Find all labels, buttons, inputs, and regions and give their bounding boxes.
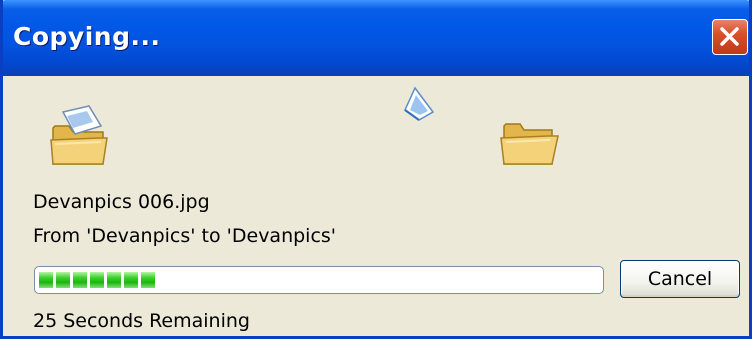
file-name: Devanpics 006.jpg <box>33 191 210 213</box>
source-folder-icon <box>50 105 108 165</box>
flying-document-icon <box>404 86 435 121</box>
progress-fill <box>39 272 155 288</box>
progress-block <box>124 272 138 288</box>
title-bar[interactable]: Copying... <box>3 0 749 76</box>
cancel-button[interactable]: Cancel <box>620 260 740 298</box>
destination-folder-icon <box>500 123 559 165</box>
close-icon <box>720 27 739 46</box>
progress-block <box>73 272 87 288</box>
progress-block <box>39 272 53 288</box>
progress-bar <box>34 266 604 294</box>
source-destination-text: From 'Devanpics' to 'Devanpics' <box>33 225 337 247</box>
progress-block <box>141 272 155 288</box>
progress-block <box>56 272 70 288</box>
progress-block <box>90 272 104 288</box>
progress-block <box>107 272 121 288</box>
copy-dialog: Copying... Devanpics 006.jpg From 'Devan… <box>0 0 752 339</box>
time-remaining: 25 Seconds Remaining <box>33 310 250 332</box>
window-title: Copying... <box>13 22 161 51</box>
close-button[interactable] <box>712 19 748 55</box>
